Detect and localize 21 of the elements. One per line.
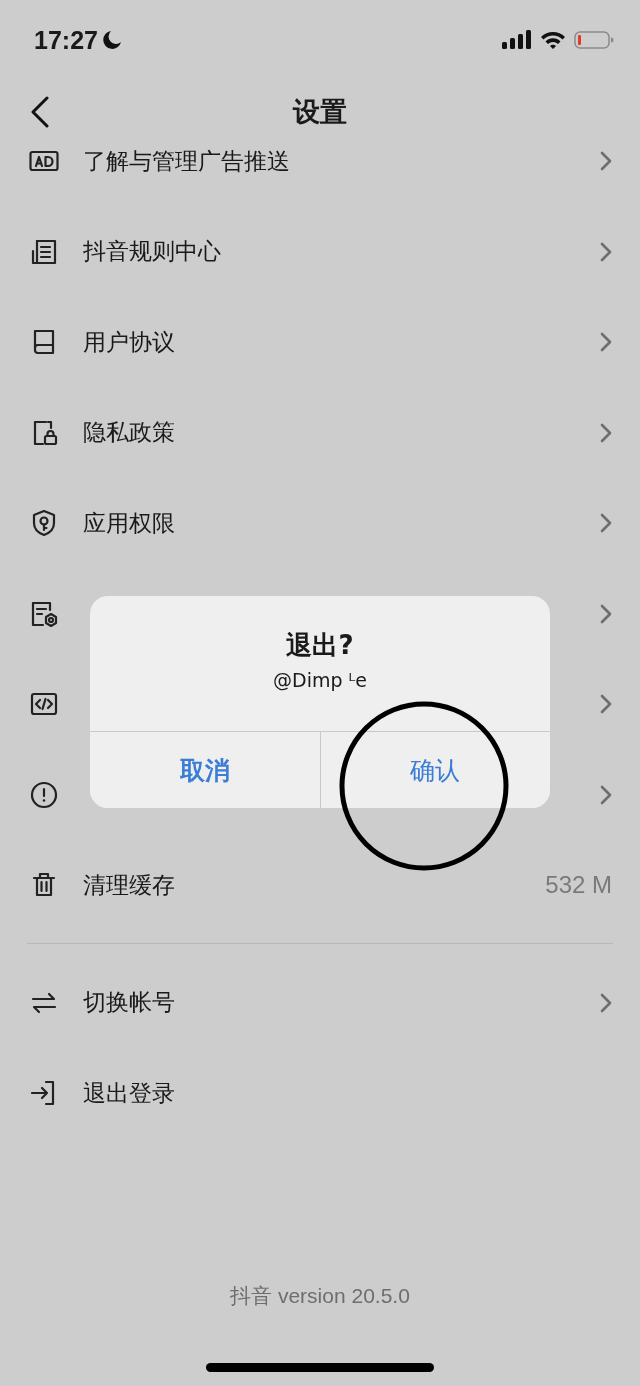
version-text: 抖音 version 20.5.0: [230, 1283, 410, 1309]
exclamation-icon: [29, 779, 59, 810]
row-label: 用户协议: [83, 327, 176, 357]
signal-icon: [502, 30, 532, 50]
row-label: 应用权限: [83, 508, 176, 538]
row-label: 切换帐号: [83, 988, 176, 1018]
back-icon[interactable]: [30, 96, 50, 128]
row-label: 隐私政策: [83, 418, 176, 448]
row-value: 532 M: [545, 871, 612, 900]
moon-icon: [101, 30, 122, 50]
row-label: 抖音规则中心: [83, 237, 222, 267]
dialog-message: @Dimp ᴸe: [273, 668, 367, 693]
row-label: 了解与管理广告推送: [83, 146, 291, 176]
page-title: 设置: [293, 96, 347, 128]
cancel-button[interactable]: 取消: [90, 732, 321, 808]
row-label: 清理缓存: [83, 870, 176, 900]
dialog-title: 退出?: [286, 629, 354, 662]
row-label: 退出登录: [83, 1078, 176, 1108]
status-time: 17:27: [34, 25, 98, 55]
battery-icon: [574, 30, 614, 50]
wifi-icon: [540, 30, 566, 50]
